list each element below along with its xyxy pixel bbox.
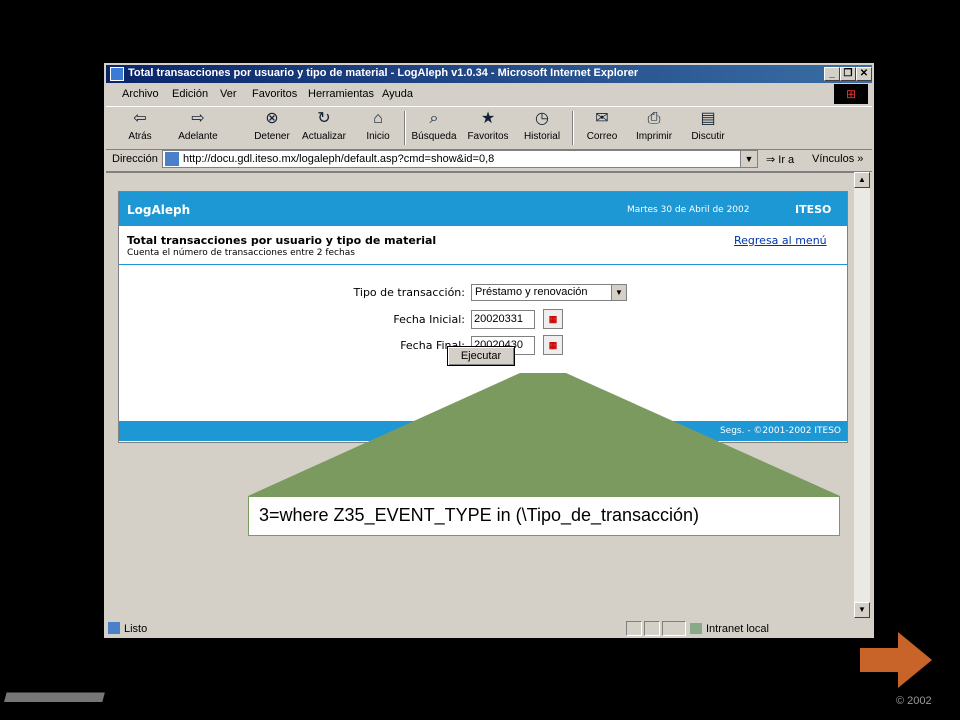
callout-text: 3=where Z35_EVENT_TYPE in (\Tipo_de_tran… [259,505,700,525]
decorative-stripes: ////////////////////////////////////////… [4,690,105,705]
slide-copyright: © 2002 [896,695,932,707]
callout-box: 3=where Z35_EVENT_TYPE in (\Tipo_de_tran… [248,496,840,536]
callout-shape [248,373,840,496]
callout-pointer [248,373,840,496]
next-arrow-icon[interactable] [858,630,938,690]
